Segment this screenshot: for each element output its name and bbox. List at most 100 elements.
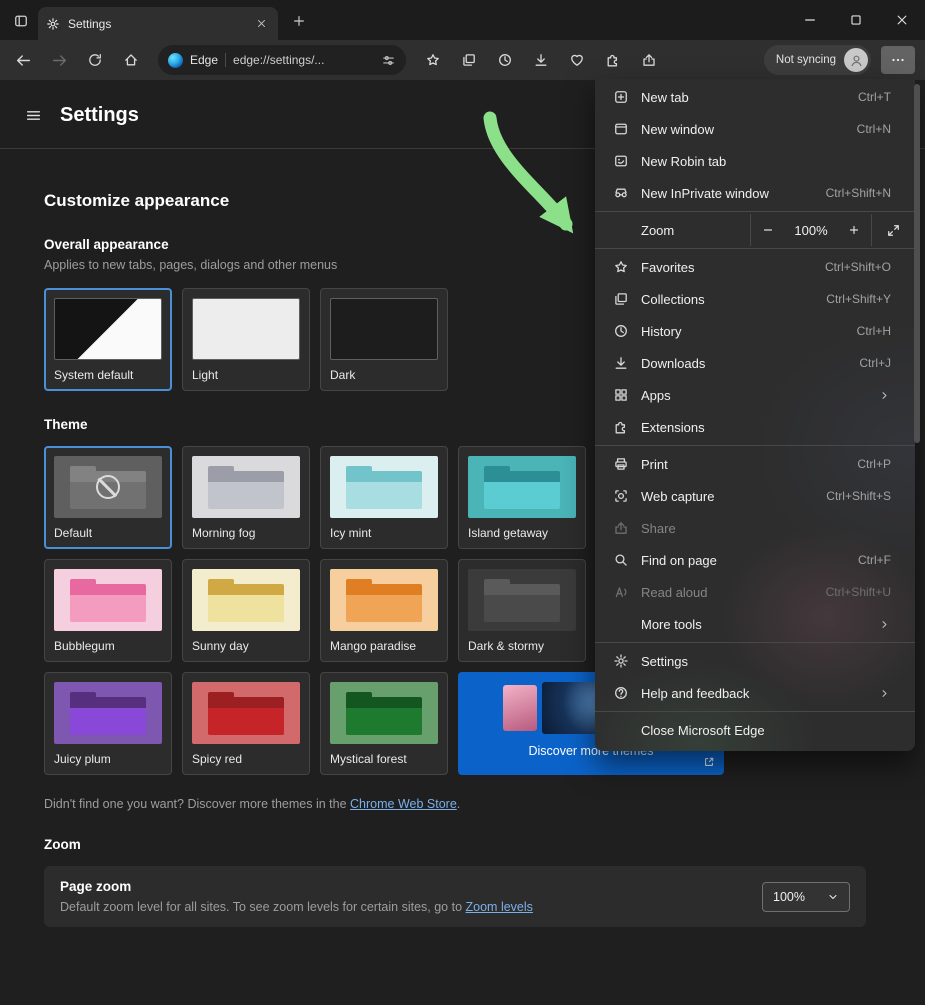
card-label: Default — [54, 526, 93, 540]
menu-item-print[interactable]: Print Ctrl+P — [595, 448, 915, 480]
refresh-button[interactable] — [78, 44, 112, 76]
theme-preview — [330, 682, 438, 744]
folder-band — [484, 584, 560, 595]
puzzle-icon — [605, 52, 621, 68]
forward-button[interactable] — [42, 44, 76, 76]
menu-item-history[interactable]: History Ctrl+H — [595, 315, 915, 347]
menu-item-web-capture[interactable]: Web capture Ctrl+Shift+S — [595, 480, 915, 512]
menu-separator — [595, 642, 915, 643]
card-label: Dark — [330, 368, 356, 382]
menu-item-shortcut: Ctrl+F — [858, 553, 891, 567]
extensions-button[interactable] — [596, 44, 630, 76]
menu-item-favorites[interactable]: Favorites Ctrl+Shift+O — [595, 251, 915, 283]
menu-item-find-on-page[interactable]: Find on page Ctrl+F — [595, 544, 915, 576]
forward-icon — [51, 52, 68, 69]
appearance-card-system-default[interactable]: System default — [44, 288, 172, 391]
settings-gear-favicon — [46, 17, 60, 31]
zoom-value: 100% — [794, 222, 828, 238]
history-icon — [611, 323, 631, 339]
new-tab-button[interactable] — [286, 8, 312, 34]
menu-item-new-tab[interactable]: New tab Ctrl+T — [595, 81, 915, 113]
menu-item-label: New InPrivate window — [641, 185, 769, 201]
folder-body — [484, 482, 560, 509]
close-button[interactable] — [879, 0, 925, 40]
share-button[interactable] — [632, 44, 666, 76]
browser-essentials-button[interactable] — [560, 44, 594, 76]
menu-item-collections[interactable]: Collections Ctrl+Shift+Y — [595, 283, 915, 315]
theme-card-default[interactable]: Default — [44, 446, 172, 549]
menu-item-label: New tab — [641, 89, 689, 105]
apps-icon — [611, 387, 631, 403]
theme-card-juicy-plum[interactable]: Juicy plum — [44, 672, 172, 775]
menu-separator — [595, 248, 915, 249]
folder-body — [208, 482, 284, 509]
theme-card-mystical-forest[interactable]: Mystical forest — [320, 672, 448, 775]
menu-item-label: Downloads — [641, 355, 706, 371]
chevron-down-icon — [827, 891, 839, 903]
theme-preview — [54, 569, 162, 631]
menu-item-new-robin-tab[interactable]: New Robin tab — [595, 145, 915, 177]
theme-card-bubblegum[interactable]: Bubblegum — [44, 559, 172, 662]
menu-item-share[interactable]: Share — [595, 512, 915, 544]
menu-item-shortcut: Ctrl+T — [858, 90, 891, 104]
more-menu-button[interactable] — [881, 46, 915, 74]
downloads-button[interactable] — [524, 44, 558, 76]
theme-folder — [70, 579, 146, 622]
home-button[interactable] — [114, 44, 148, 76]
back-button[interactable] — [6, 44, 40, 76]
theme-card-mango-paradise[interactable]: Mango paradise — [320, 559, 448, 662]
site-permissions-icon[interactable] — [381, 53, 396, 68]
folder-band — [208, 584, 284, 595]
zoom-in-button[interactable] — [837, 214, 871, 246]
theme-card-island-getaway[interactable]: Island getaway — [458, 446, 586, 549]
minimize-button[interactable] — [787, 0, 833, 40]
tab-actions-button[interactable] — [8, 8, 34, 34]
collections-button[interactable] — [452, 44, 486, 76]
theme-card-sunny-day[interactable]: Sunny day — [182, 559, 310, 662]
browser-tab[interactable]: Settings — [38, 7, 278, 40]
submenu-chevron-icon — [878, 687, 891, 700]
submenu-chevron-icon — [878, 389, 891, 402]
page-zoom-card: Page zoom Default zoom level for all sit… — [44, 866, 866, 927]
theme-card-spicy-red[interactable]: Spicy red — [182, 672, 310, 775]
favorites-button[interactable] — [416, 44, 450, 76]
address-bar[interactable]: Edge edge://settings/... — [158, 45, 406, 75]
extensions-icon — [611, 419, 631, 435]
menu-item-help-and-feedback[interactable]: Help and feedback — [595, 677, 915, 709]
theme-card-dark-stormy[interactable]: Dark & stormy — [458, 559, 586, 662]
zoom-out-button[interactable] — [751, 214, 785, 246]
avatar — [844, 48, 868, 72]
menu-item-label: Apps — [641, 387, 671, 403]
fullscreen-button[interactable] — [872, 214, 915, 246]
page-scrollbar[interactable] — [914, 84, 920, 443]
folder-body — [208, 708, 284, 735]
folder-body — [70, 595, 146, 622]
history-button[interactable] — [488, 44, 522, 76]
theme-card-morning-fog[interactable]: Morning fog — [182, 446, 310, 549]
theme-preview — [192, 456, 300, 518]
theme-card-icy-mint[interactable]: Icy mint — [320, 446, 448, 549]
menu-item-downloads[interactable]: Downloads Ctrl+J — [595, 347, 915, 379]
menu-item-new-inprivate-window[interactable]: New InPrivate window Ctrl+Shift+N — [595, 177, 915, 209]
tab-close-icon[interactable] — [252, 15, 270, 33]
menu-item-read-aloud[interactable]: Read aloud Ctrl+Shift+U — [595, 576, 915, 608]
chrome-web-store-link[interactable]: Chrome Web Store — [350, 797, 457, 811]
page-zoom-value: 100% — [773, 889, 805, 904]
menu-item-close-edge[interactable]: Close Microsoft Edge — [595, 714, 915, 746]
appearance-card-light[interactable]: Light — [182, 288, 310, 391]
menu-item-settings[interactable]: Settings — [595, 645, 915, 677]
menu-item-label: Close Microsoft Edge — [641, 722, 765, 738]
settings-menu-icon[interactable] — [25, 107, 42, 124]
appearance-card-dark[interactable]: Dark — [320, 288, 448, 391]
refresh-icon — [87, 52, 103, 68]
page-zoom-select[interactable]: 100% — [762, 881, 850, 912]
menu-item-new-window[interactable]: New window Ctrl+N — [595, 113, 915, 145]
menu-item-extensions[interactable]: Extensions — [595, 411, 915, 443]
maximize-button[interactable] — [833, 0, 879, 40]
card-label: Morning fog — [192, 526, 256, 540]
menu-item-apps[interactable]: Apps — [595, 379, 915, 411]
zoom-levels-link[interactable]: Zoom levels — [466, 900, 533, 914]
profile-button[interactable]: Not syncing — [763, 45, 871, 75]
menu-item-more-tools[interactable]: More tools — [595, 608, 915, 640]
menu-item-zoom: Zoom 100% — [595, 214, 915, 246]
